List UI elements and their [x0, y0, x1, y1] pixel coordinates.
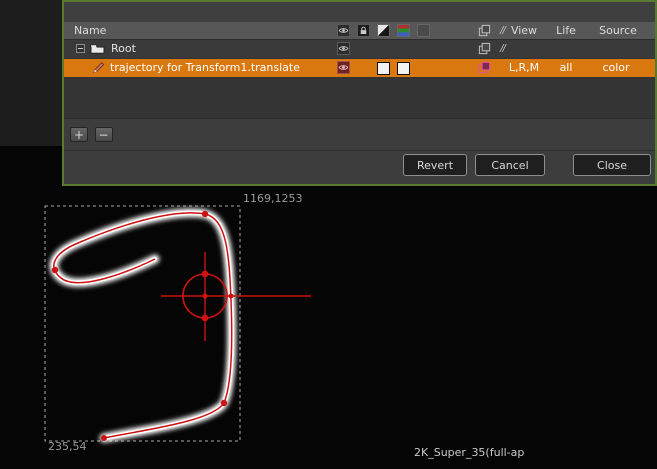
layers-icon[interactable] [478, 42, 491, 55]
bbox-top-coordinate: 1169,1253 [243, 192, 303, 205]
eye-icon [337, 24, 350, 37]
layers-icon[interactable] [478, 61, 491, 74]
revert-button[interactable]: Revert [403, 154, 467, 176]
close-button[interactable]: Close [573, 154, 651, 176]
source-cell: color [592, 61, 640, 74]
color-checkbox[interactable] [397, 62, 410, 75]
view-cell: L,R,M [504, 61, 544, 74]
column-header-life: Life [546, 24, 586, 37]
cancel-button[interactable]: Cancel [475, 154, 545, 176]
matte-checkbox[interactable] [377, 62, 390, 75]
control-point[interactable] [52, 267, 58, 273]
curves-panel: Name // View Life Source Root [62, 0, 657, 186]
list-controls: + − [64, 119, 655, 147]
folder-icon [90, 42, 105, 54]
application-window: 1169,1253 235,54 2K_Super_35(full-ap Nam… [0, 0, 657, 469]
pencil-icon [92, 61, 105, 74]
matte-toggle-icon [377, 24, 390, 37]
add-button[interactable]: + [70, 127, 88, 142]
column-header-name: Name [74, 24, 106, 37]
remove-button[interactable]: − [95, 127, 113, 142]
row-label: trajectory for Transform1.translate [110, 61, 300, 74]
panel-titlebar [64, 2, 655, 22]
layers-icon [478, 24, 491, 37]
table-header-row: Name // View Life Source [64, 22, 655, 40]
dialog-footer: Revert Cancel Close [64, 150, 655, 177]
eye-toggle[interactable] [337, 61, 350, 74]
control-point[interactable] [221, 400, 227, 406]
column-header-source: Source [594, 24, 642, 37]
color-channels-icon [397, 24, 410, 37]
row-label: Root [111, 42, 136, 55]
column-header-view: View [504, 24, 544, 37]
table-row-root[interactable]: Root // [64, 40, 655, 59]
table-row-trajectory[interactable]: trajectory for Transform1.translate L,R,… [64, 59, 655, 78]
lock-icon [357, 24, 370, 37]
eye-toggle[interactable] [337, 42, 350, 55]
gizmo-center[interactable] [202, 293, 207, 298]
control-point[interactable] [101, 435, 107, 441]
slashes-icon: // [496, 42, 509, 55]
life-cell: all [546, 61, 586, 74]
control-point[interactable] [202, 211, 208, 217]
empty-rows-area [64, 78, 655, 119]
control-point[interactable] [229, 294, 234, 299]
blank-column-icon [417, 24, 430, 37]
tree-expander-icon[interactable] [76, 44, 85, 53]
gizmo-handle-top[interactable] [202, 271, 209, 278]
bbox-bottom-coordinate: 235,54 [48, 440, 87, 453]
gizmo-handle-bottom[interactable] [202, 315, 209, 322]
format-label: 2K_Super_35(full-ap [414, 446, 524, 459]
